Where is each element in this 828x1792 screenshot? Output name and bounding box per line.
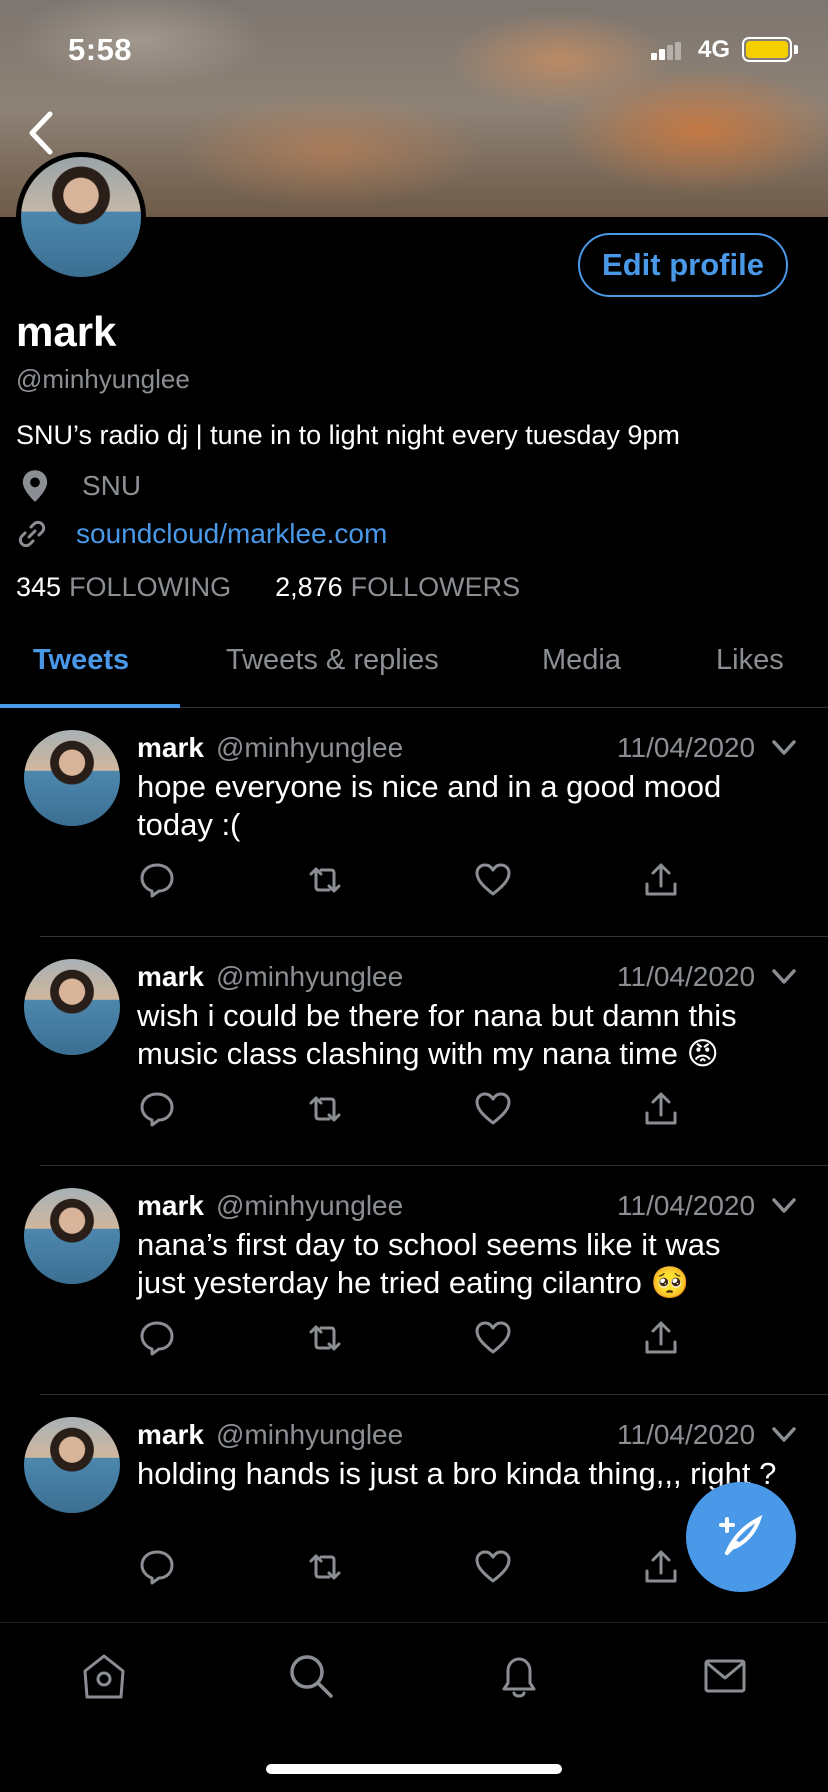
tweet-author-name: mark — [137, 1419, 204, 1450]
tweet-author-handle: @minhyunglee — [216, 1419, 404, 1450]
reply-icon[interactable] — [137, 1089, 177, 1129]
mail-icon[interactable] — [700, 1651, 750, 1701]
tweet-text: hope everyone is nice and in a good mood… — [137, 769, 722, 842]
tweet-avatar[interactable] — [24, 730, 120, 826]
reply-icon[interactable] — [137, 860, 177, 900]
reply-icon[interactable] — [137, 1318, 177, 1358]
heart-icon[interactable] — [473, 1318, 513, 1358]
tweet-date: 11/04/2020 — [617, 961, 756, 992]
chevron-down-icon[interactable] — [770, 736, 798, 760]
home-icon[interactable] — [79, 1651, 129, 1701]
retweet-icon[interactable] — [305, 1318, 345, 1358]
profile-bio: SNU’s radio dj | tune in to light night … — [16, 420, 680, 450]
location-pin-icon — [22, 470, 48, 502]
profile-tabs: Tweets Tweets & replies Media Likes — [0, 620, 828, 708]
following-label: FOLLOWING — [69, 572, 232, 602]
tweet-date: 11/04/2020 — [617, 1419, 756, 1450]
back-button[interactable] — [22, 108, 62, 158]
link-icon — [18, 520, 46, 548]
tab-likes[interactable]: Likes — [716, 644, 784, 677]
tweet[interactable]: mark @minhyunglee 11/04/2020 nana’s firs… — [0, 1166, 828, 1395]
chevron-down-icon[interactable] — [770, 1194, 798, 1218]
tweet-author-name: mark — [137, 732, 204, 763]
tweet-date: 11/04/2020 — [617, 732, 756, 763]
tweet-text: nana’s first day to school seems like it… — [137, 1227, 721, 1300]
followers-count-button[interactable]: 2,876 FOLLOWERS — [275, 572, 520, 603]
compose-tweet-icon — [719, 1515, 763, 1555]
retweet-icon[interactable] — [305, 1547, 345, 1587]
followers-count: 2,876 — [275, 572, 343, 602]
tweet[interactable]: mark @minhyunglee 11/04/2020 wish i coul… — [0, 937, 828, 1166]
following-count-button[interactable]: 345 FOLLOWING — [16, 572, 231, 603]
tweet-author-handle: @minhyunglee — [216, 732, 404, 763]
tweet-avatar[interactable] — [24, 1188, 120, 1284]
tweet-text: wish i could be there for nana but damn … — [137, 998, 737, 1071]
signal-icon — [651, 42, 681, 60]
tweet-author-handle: @minhyunglee — [216, 961, 404, 992]
profile-name: mark — [16, 308, 117, 355]
follow-counts: 345 FOLLOWING 2,876 FOLLOWERS — [16, 572, 520, 603]
edit-profile-button[interactable]: Edit profile — [578, 233, 788, 297]
tweet-author-handle: @minhyunglee — [216, 1190, 404, 1221]
home-indicator — [266, 1764, 562, 1774]
heart-icon[interactable] — [473, 1089, 513, 1129]
chevron-down-icon[interactable] — [770, 1423, 798, 1447]
tweet-avatar[interactable] — [24, 959, 120, 1055]
profile-location: SNU — [82, 470, 142, 501]
bell-icon[interactable] — [494, 1651, 544, 1701]
reply-icon[interactable] — [137, 1547, 177, 1587]
retweet-icon[interactable] — [305, 860, 345, 900]
tab-tweets[interactable]: Tweets — [33, 644, 129, 677]
chevron-left-icon — [29, 111, 53, 155]
share-icon[interactable] — [641, 1089, 681, 1129]
status-time: 5:58 — [68, 32, 133, 67]
tweet-date: 11/04/2020 — [617, 1190, 756, 1221]
status-bar: 5:58 4G — [0, 0, 828, 100]
share-icon[interactable] — [641, 1547, 681, 1587]
compose-tweet-button[interactable] — [686, 1482, 796, 1592]
link-row: soundcloud/marklee.com — [16, 514, 387, 554]
heart-icon[interactable] — [473, 1547, 513, 1587]
retweet-icon[interactable] — [305, 1089, 345, 1129]
profile-link[interactable]: soundcloud/marklee.com — [76, 518, 387, 550]
profile-avatar[interactable] — [16, 152, 146, 282]
network-type: 4G — [698, 36, 731, 63]
tweet-avatar[interactable] — [24, 1417, 120, 1513]
share-icon[interactable] — [641, 860, 681, 900]
tweet-author-name: mark — [137, 1190, 204, 1221]
battery-tip — [794, 45, 798, 54]
tab-media[interactable]: Media — [542, 644, 621, 677]
tab-tweets-replies[interactable]: Tweets & replies — [226, 644, 439, 677]
search-icon[interactable] — [286, 1651, 336, 1701]
profile-handle: @minhyunglee — [16, 364, 190, 394]
tweet[interactable]: mark @minhyunglee 11/04/2020 hope everyo… — [0, 708, 828, 937]
following-count: 345 — [16, 572, 62, 602]
followers-label: FOLLOWERS — [350, 572, 521, 602]
chevron-down-icon[interactable] — [770, 965, 798, 989]
share-icon[interactable] — [641, 1318, 681, 1358]
tweet-text: holding hands is just a bro kinda thing,… — [137, 1456, 777, 1491]
heart-icon[interactable] — [473, 860, 513, 900]
battery-icon — [742, 37, 792, 62]
tweet-author-name: mark — [137, 961, 204, 992]
location-row: SNU — [16, 466, 141, 506]
